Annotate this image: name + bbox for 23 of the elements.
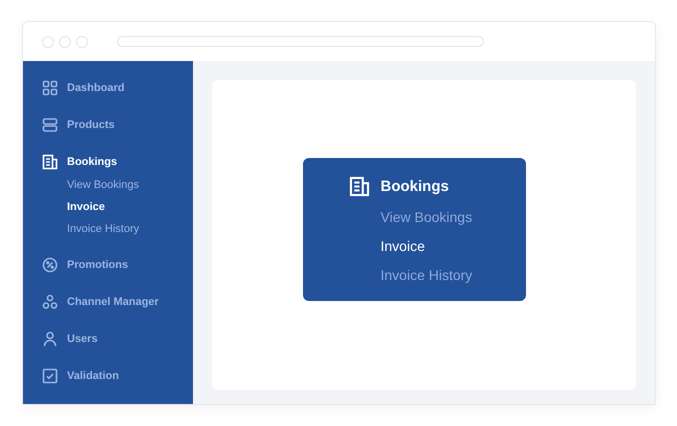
sidebar-item[interactable]: Bookings [67,154,118,170]
submenu-item[interactable]: Invoice [67,200,105,214]
document-icon [42,154,58,170]
sidebar-item[interactable]: Dashboard [67,80,124,96]
sidebar-item[interactable]: Promotions [67,257,128,273]
submenu-item[interactable]: View Bookings [380,207,472,227]
submenu-item[interactable]: Invoice [380,236,425,256]
document-icon [348,176,370,198]
submenu-item[interactable]: View Bookings [67,178,139,192]
sidebar-item[interactable]: Channel Manager [67,294,159,310]
submenu-item[interactable]: Invoice History [380,265,472,285]
circles-icon [42,294,58,310]
stack-icon [42,117,58,133]
percent-icon [42,257,58,273]
submenu-item[interactable]: Invoice History [67,222,140,236]
sidebar-item[interactable]: Users [67,331,98,347]
sidebar-item[interactable]: Validation [67,368,119,384]
checkbox-icon [42,368,58,384]
address-bar[interactable] [117,36,484,47]
grid-icon [42,80,58,96]
user-icon [42,331,58,347]
sidebar-item[interactable]: Products [67,117,115,133]
menu-heading: Bookings [380,176,449,196]
